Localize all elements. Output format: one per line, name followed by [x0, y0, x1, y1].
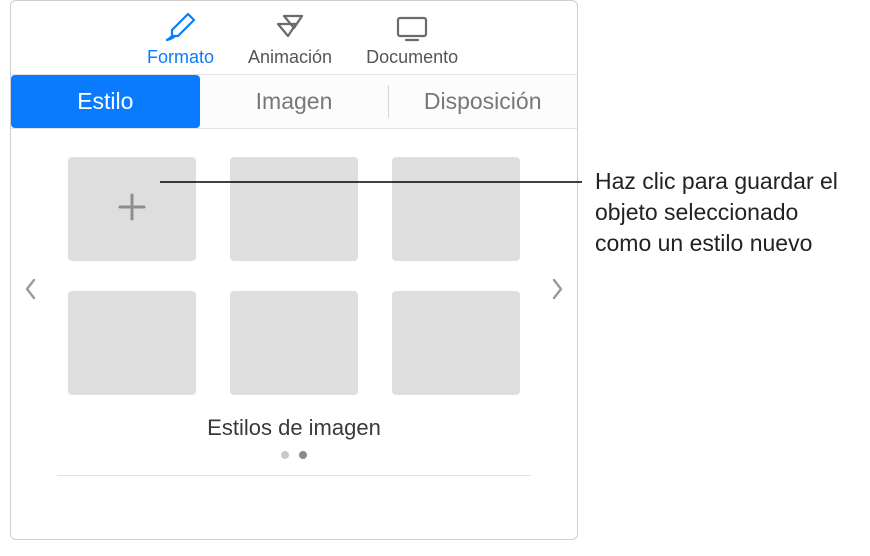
style-thumbnail-grid [45, 157, 543, 395]
add-style-button[interactable] [68, 157, 196, 261]
style-thumbnail[interactable] [230, 291, 358, 395]
diamond-icon [266, 9, 314, 47]
tab-disposicion[interactable]: Disposición [388, 75, 577, 128]
toolbar-tab-label: Formato [147, 47, 214, 68]
style-thumbnail[interactable] [68, 291, 196, 395]
page-dot[interactable] [281, 451, 289, 459]
callout-text: Haz clic para guardar el objeto seleccio… [595, 166, 857, 259]
divider [57, 475, 531, 476]
top-toolbar: Formato Animación Documento [11, 1, 577, 74]
style-thumbnail[interactable] [230, 157, 358, 261]
styles-section-title: Estilos de imagen [45, 415, 543, 441]
style-thumbnail[interactable] [392, 291, 520, 395]
paintbrush-icon [157, 9, 205, 47]
style-thumbnail[interactable] [392, 157, 520, 261]
prev-page-button[interactable] [17, 269, 43, 309]
tab-imagen[interactable]: Imagen [200, 75, 389, 128]
next-page-button[interactable] [545, 269, 571, 309]
plus-icon [112, 187, 152, 232]
screen-icon [388, 9, 436, 47]
styles-area: Estilos de imagen [11, 129, 577, 488]
toolbar-tab-formato[interactable]: Formato [139, 7, 222, 70]
segmented-control: Estilo Imagen Disposición [11, 74, 577, 129]
tab-estilo[interactable]: Estilo [11, 75, 200, 128]
toolbar-tab-documento[interactable]: Documento [358, 7, 466, 70]
page-indicator [45, 451, 543, 459]
inspector-panel: Formato Animación Documento Estilo Image [10, 0, 578, 540]
toolbar-tab-label: Animación [248, 47, 332, 68]
page-dot[interactable] [299, 451, 307, 459]
toolbar-tab-animacion[interactable]: Animación [240, 7, 340, 70]
toolbar-tab-label: Documento [366, 47, 458, 68]
